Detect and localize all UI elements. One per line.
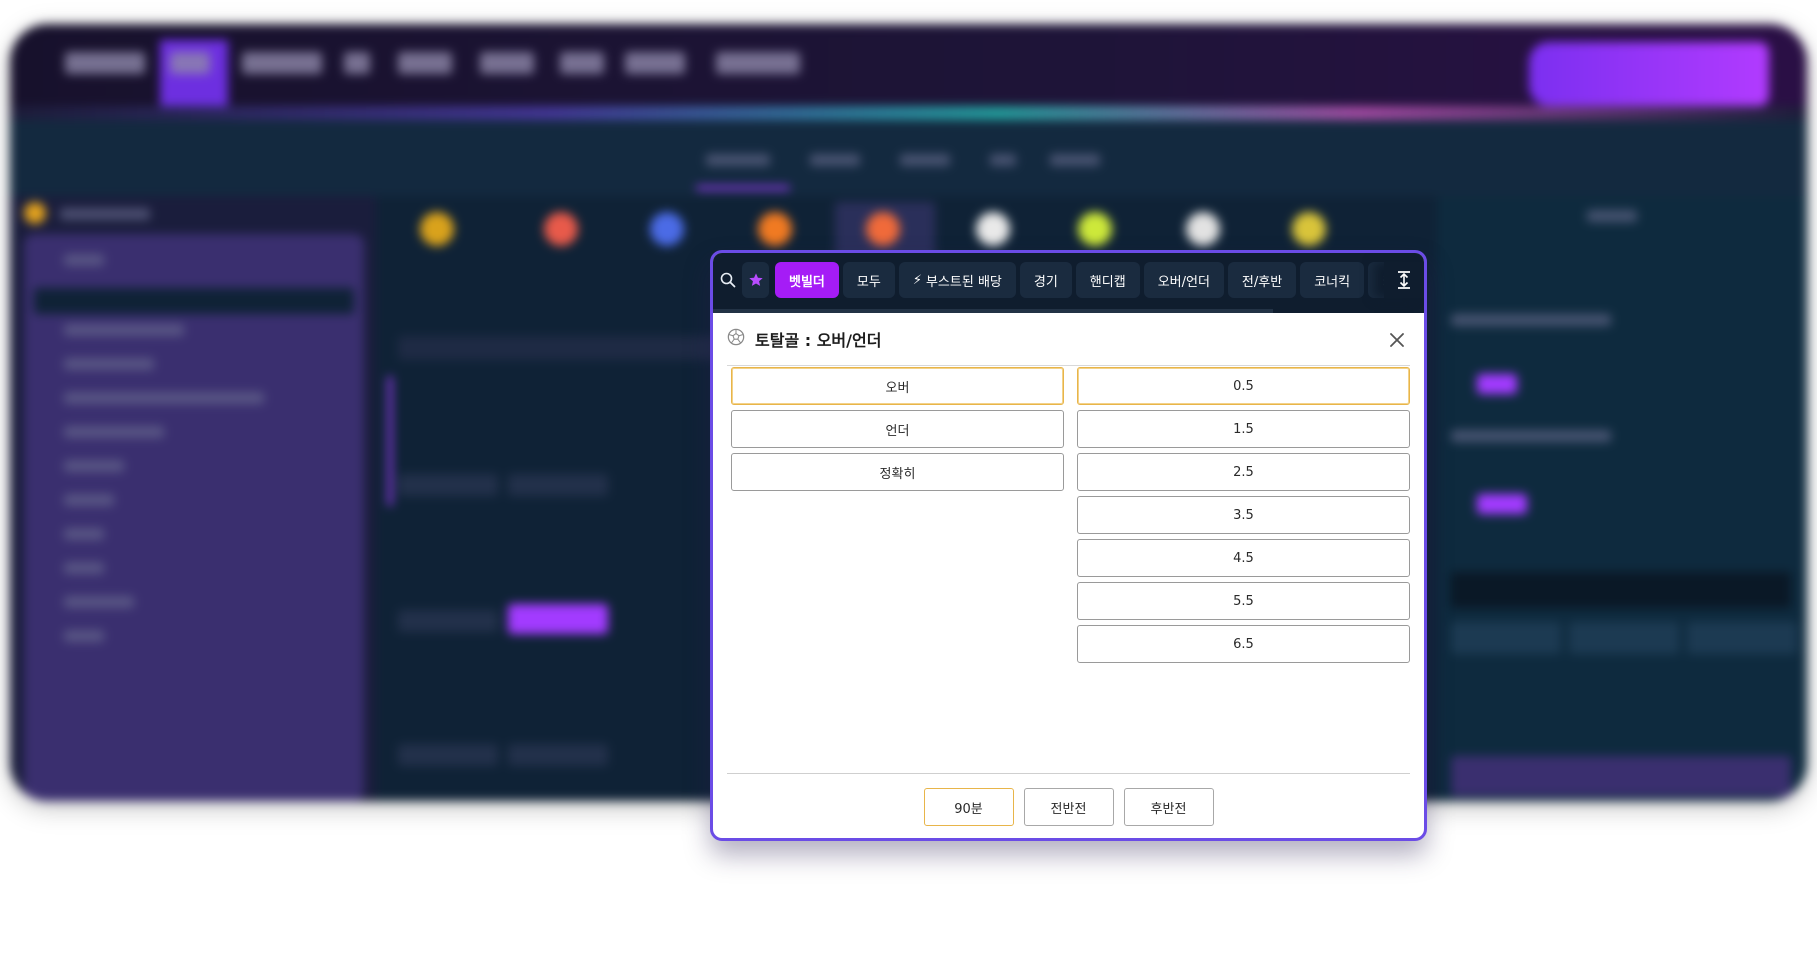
bg-quick-stake [1569, 622, 1679, 654]
bg-sub-nav-item [1050, 154, 1100, 166]
line-option[interactable]: 4.5 [1077, 539, 1410, 577]
bolt-icon: ⚡︎ [912, 272, 922, 288]
bg-odds-box-selected [508, 604, 608, 634]
bg-nav-item [344, 52, 370, 74]
outcome-column: 오버 언더 정확히 [731, 367, 1064, 496]
bg-nav-item [560, 52, 604, 74]
line-option[interactable]: 2.5 [1077, 453, 1410, 491]
tab-all[interactable]: 모두 [842, 262, 895, 298]
bg-nav-item [170, 52, 210, 74]
bg-nav-item [716, 52, 800, 74]
line-column: 0.5 1.5 2.5 3.5 4.5 5.5 6.5 [1077, 367, 1410, 668]
bg-sub-nav-item [900, 154, 950, 166]
bg-odds-box [398, 744, 498, 766]
close-icon[interactable] [1388, 331, 1406, 349]
bg-sidebar-icon [24, 202, 46, 224]
bg-betslip-badge [1477, 374, 1517, 394]
bg-list-row [64, 562, 104, 574]
bg-list-row [64, 528, 104, 540]
bg-sport-icon [1186, 212, 1220, 246]
bg-list-row [64, 392, 264, 404]
line-option[interactable]: 6.5 [1077, 625, 1410, 663]
period-first-half-button[interactable]: 전반전 [1023, 788, 1114, 826]
bg-odds-box [508, 744, 608, 766]
bg-nav-item [398, 52, 452, 74]
option-under[interactable]: 언더 [731, 410, 1064, 448]
bg-sub-nav [10, 120, 1807, 196]
tab-bet-builder[interactable]: 벳빌더 [775, 262, 839, 298]
bg-betslip-badge [1477, 494, 1527, 514]
tab-boosted-odds[interactable]: ⚡︎ 부스트된 배당 [898, 262, 1016, 298]
market-title: 토탈골 : 오버/언더 [755, 331, 882, 350]
line-option[interactable]: 3.5 [1077, 496, 1410, 534]
bg-event-banner [1529, 42, 1769, 106]
line-option[interactable]: 1.5 [1077, 410, 1410, 448]
option-exact[interactable]: 정확히 [731, 453, 1064, 491]
bg-betslip-row [1451, 430, 1611, 442]
bg-quick-stake [1687, 622, 1797, 654]
bg-odds-box [398, 474, 498, 496]
bg-sport-icon [420, 212, 454, 246]
bg-sport-icon [866, 212, 900, 246]
period-selector: 90분 전반전 후반전 [713, 788, 1424, 826]
bg-list-row [64, 596, 134, 608]
period-second-half-button[interactable]: 후반전 [1123, 788, 1214, 826]
bg-nav-item [625, 52, 685, 74]
bg-top-glow [10, 106, 1807, 120]
bg-nav-item [242, 52, 322, 74]
bg-sub-nav-indicator [696, 186, 790, 190]
bg-left-list [24, 234, 364, 801]
bet-builder-modal: 벳빌더 모두 ⚡︎부스트된 배당 경기 핸디캡 오버/언더 전/후반 코너킥 카… [710, 250, 1427, 841]
footer-divider [727, 773, 1410, 774]
bg-odds-box [398, 610, 498, 632]
bg-sport-icon [976, 212, 1010, 246]
bg-list-row [64, 426, 164, 438]
expand-icon[interactable] [1384, 262, 1424, 298]
bg-betslip [1437, 196, 1807, 801]
bg-odds-box [508, 474, 608, 496]
bg-quick-stake [1451, 622, 1561, 654]
bg-sport-icon [1078, 212, 1112, 246]
bg-stake-input [1451, 572, 1791, 608]
bg-list-row [64, 630, 104, 642]
bg-sport-icon [650, 212, 684, 246]
bg-list-row [64, 324, 184, 336]
bg-sub-nav-item [990, 154, 1016, 166]
tab-over-under[interactable]: 오버/언더 [1143, 262, 1224, 298]
bg-list-row-active [34, 288, 354, 314]
line-option[interactable]: 5.5 [1077, 582, 1410, 620]
option-over[interactable]: 오버 [731, 367, 1064, 405]
bg-betslip-row [1451, 314, 1611, 326]
market-header: 토탈골 : 오버/언더 [727, 313, 1410, 366]
bg-sport-icon [544, 212, 578, 246]
bg-league-header [398, 336, 728, 360]
period-90min-button[interactable]: 90분 [923, 788, 1014, 826]
tab-corners[interactable]: 코너킥 [1300, 262, 1365, 298]
bg-list-row [64, 254, 104, 266]
bg-nav-item [480, 52, 534, 74]
tab-handicap[interactable]: 핸디캡 [1075, 262, 1140, 298]
bg-sport-icon [758, 212, 792, 246]
bg-notice [1451, 756, 1791, 796]
favorite-star-icon[interactable] [742, 262, 770, 298]
bg-accent-bar [388, 376, 392, 506]
bg-nav-item [65, 52, 145, 74]
bg-betslip-title [1587, 210, 1637, 222]
tab-half[interactable]: 전/후반 [1227, 262, 1297, 298]
bg-list-row [64, 358, 154, 370]
soccer-ball-icon [727, 328, 745, 350]
bg-list-row [64, 494, 114, 506]
bg-sub-nav-item [706, 154, 770, 166]
tab-match[interactable]: 경기 [1019, 262, 1072, 298]
market-tab-bar: 벳빌더 모두 ⚡︎부스트된 배당 경기 핸디캡 오버/언더 전/후반 코너킥 카… [713, 253, 1424, 313]
market-tabs: 벳빌더 모두 ⚡︎부스트된 배당 경기 핸디캡 오버/언더 전/후반 코너킥 카… [713, 262, 1424, 298]
bg-sidebar-row [60, 208, 150, 220]
bg-list-row [64, 460, 124, 472]
bg-sport-icon [1292, 212, 1326, 246]
search-icon[interactable] [713, 262, 742, 298]
line-option[interactable]: 0.5 [1077, 367, 1410, 405]
bg-sub-nav-item [810, 154, 860, 166]
